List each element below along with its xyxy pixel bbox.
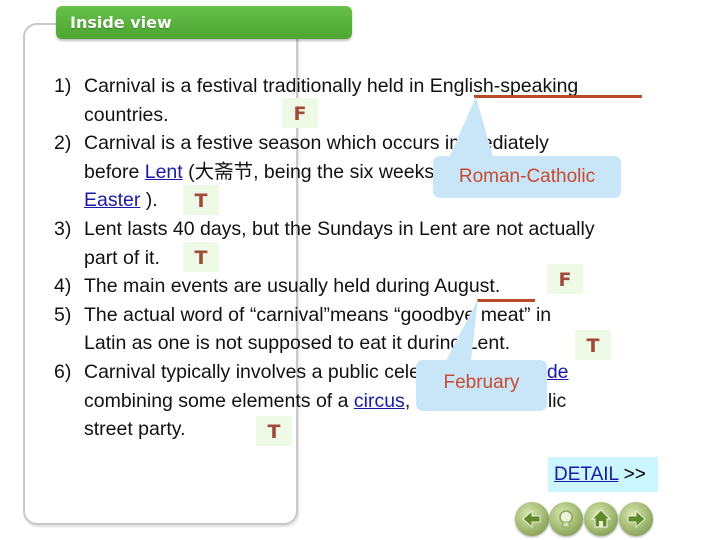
back-button[interactable] [515,502,549,536]
correction-callout-1: Roman-Catholic [433,156,621,198]
correction-text: Roman-Catholic [458,166,596,187]
hint-button[interactable] [549,502,583,536]
correction-callout-4: February [416,360,547,411]
forward-arrow-icon [627,509,646,529]
detail-link[interactable]: DETAIL [554,464,618,485]
home-icon [590,509,612,528]
back-arrow-icon [522,509,541,529]
detail-arrows: >> [618,464,646,485]
forward-button[interactable] [619,502,653,536]
lightbulb-icon [559,510,573,528]
home-button[interactable] [584,502,618,536]
detail-box: DETAIL >> [548,457,658,492]
correction-text: February [443,372,520,393]
